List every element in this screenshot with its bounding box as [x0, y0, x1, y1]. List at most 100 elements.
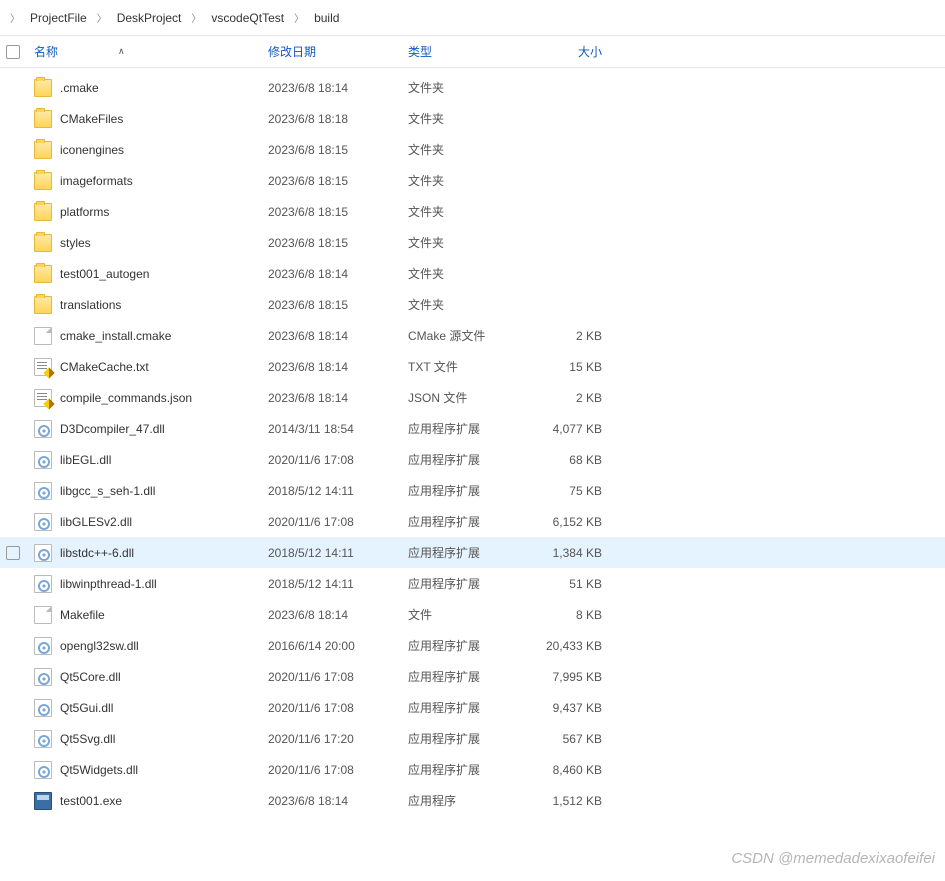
file-row[interactable]: compile_commands.json2023/6/8 18:14JSON … — [0, 382, 945, 413]
folder-icon — [34, 203, 52, 221]
folder-icon — [34, 265, 52, 283]
folder-icon — [34, 141, 52, 159]
file-name: Qt5Svg.dll — [60, 732, 115, 746]
column-header-size[interactable]: 大小 — [538, 43, 608, 60]
file-name-cell[interactable]: Makefile — [34, 606, 268, 624]
breadcrumb: 〉 ProjectFile 〉 DeskProject 〉 vscodeQtTe… — [0, 0, 945, 36]
file-name-cell[interactable]: Qt5Svg.dll — [34, 730, 268, 748]
file-name-cell[interactable]: cmake_install.cmake — [34, 327, 268, 345]
file-name-cell[interactable]: .cmake — [34, 79, 268, 97]
folder-icon — [34, 234, 52, 252]
file-date: 2023/6/8 18:15 — [268, 205, 408, 219]
file-name: styles — [60, 236, 91, 250]
file-size: 7,995 KB — [538, 670, 608, 684]
column-header-date[interactable]: 修改日期 — [268, 43, 408, 60]
file-type: 文件夹 — [408, 79, 538, 96]
file-name-cell[interactable]: Qt5Core.dll — [34, 668, 268, 686]
file-name-cell[interactable]: test001_autogen — [34, 265, 268, 283]
file-name: test001_autogen — [60, 267, 149, 281]
file-row[interactable]: CMakeCache.txt2023/6/8 18:14TXT 文件15 KB — [0, 351, 945, 382]
file-name: imageformats — [60, 174, 133, 188]
file-row[interactable]: imageformats2023/6/8 18:15文件夹 — [0, 165, 945, 196]
file-row[interactable]: libwinpthread-1.dll2018/5/12 14:11应用程序扩展… — [0, 568, 945, 599]
file-row[interactable]: Qt5Core.dll2020/11/6 17:08应用程序扩展7,995 KB — [0, 661, 945, 692]
file-row[interactable]: .cmake2023/6/8 18:14文件夹 — [0, 72, 945, 103]
file-size: 8,460 KB — [538, 763, 608, 777]
file-row[interactable]: styles2023/6/8 18:15文件夹 — [0, 227, 945, 258]
file-date: 2020/11/6 17:08 — [268, 701, 408, 715]
file-name-cell[interactable]: CMakeCache.txt — [34, 358, 268, 376]
file-name-cell[interactable]: test001.exe — [34, 792, 268, 810]
file-row[interactable]: libgcc_s_seh-1.dll2018/5/12 14:11应用程序扩展7… — [0, 475, 945, 506]
file-icon — [34, 606, 52, 624]
file-name-cell[interactable]: Qt5Gui.dll — [34, 699, 268, 717]
file-row[interactable]: libGLESv2.dll2020/11/6 17:08应用程序扩展6,152 … — [0, 506, 945, 537]
file-row[interactable]: Qt5Svg.dll2020/11/6 17:20应用程序扩展567 KB — [0, 723, 945, 754]
file-type: 应用程序扩展 — [408, 730, 538, 747]
file-row[interactable]: CMakeFiles2023/6/8 18:18文件夹 — [0, 103, 945, 134]
file-name-cell[interactable]: libEGL.dll — [34, 451, 268, 469]
column-header-label: 名称 — [34, 43, 58, 60]
dll-icon — [34, 637, 52, 655]
file-row[interactable]: cmake_install.cmake2023/6/8 18:14CMake 源… — [0, 320, 945, 351]
row-checkbox[interactable] — [6, 546, 20, 560]
file-name-cell[interactable]: libwinpthread-1.dll — [34, 575, 268, 593]
file-row[interactable]: libstdc++-6.dll2018/5/12 14:11应用程序扩展1,38… — [0, 537, 945, 568]
file-name-cell[interactable]: compile_commands.json — [34, 389, 268, 407]
file-type: 应用程序扩展 — [408, 637, 538, 654]
chevron-right-icon: 〉 — [290, 10, 308, 25]
file-type: 文件夹 — [408, 296, 538, 313]
file-row[interactable]: test001.exe2023/6/8 18:14应用程序1,512 KB — [0, 785, 945, 816]
file-type: 应用程序扩展 — [408, 761, 538, 778]
file-name: Qt5Widgets.dll — [60, 763, 138, 777]
file-name-cell[interactable]: styles — [34, 234, 268, 252]
file-row[interactable]: translations2023/6/8 18:15文件夹 — [0, 289, 945, 320]
breadcrumb-item[interactable]: ProjectFile — [24, 9, 93, 27]
file-name-cell[interactable]: CMakeFiles — [34, 110, 268, 128]
file-row[interactable]: Qt5Gui.dll2020/11/6 17:08应用程序扩展9,437 KB — [0, 692, 945, 723]
file-type: 文件 — [408, 606, 538, 623]
file-name: test001.exe — [60, 794, 122, 808]
file-size: 20,433 KB — [538, 639, 608, 653]
file-name-cell[interactable]: platforms — [34, 203, 268, 221]
file-date: 2020/11/6 17:20 — [268, 732, 408, 746]
file-date: 2023/6/8 18:18 — [268, 112, 408, 126]
file-type: JSON 文件 — [408, 389, 538, 406]
file-name-cell[interactable]: libgcc_s_seh-1.dll — [34, 482, 268, 500]
dll-icon — [34, 575, 52, 593]
breadcrumb-item[interactable]: DeskProject — [111, 9, 188, 27]
column-header-type[interactable]: 类型 — [408, 43, 538, 60]
file-name-cell[interactable]: D3Dcompiler_47.dll — [34, 420, 268, 438]
file-name-cell[interactable]: imageformats — [34, 172, 268, 190]
file-date: 2020/11/6 17:08 — [268, 763, 408, 777]
file-row[interactable]: libEGL.dll2020/11/6 17:08应用程序扩展68 KB — [0, 444, 945, 475]
breadcrumb-item[interactable]: build — [308, 9, 345, 27]
file-row[interactable]: test001_autogen2023/6/8 18:14文件夹 — [0, 258, 945, 289]
file-row[interactable]: iconengines2023/6/8 18:15文件夹 — [0, 134, 945, 165]
file-date: 2014/3/11 18:54 — [268, 422, 408, 436]
file-name-cell[interactable]: Qt5Widgets.dll — [34, 761, 268, 779]
file-name-cell[interactable]: libGLESv2.dll — [34, 513, 268, 531]
file-type: 应用程序扩展 — [408, 575, 538, 592]
file-name-cell[interactable]: translations — [34, 296, 268, 314]
dll-icon — [34, 513, 52, 531]
file-row[interactable]: opengl32sw.dll2016/6/14 20:00应用程序扩展20,43… — [0, 630, 945, 661]
file-date: 2023/6/8 18:14 — [268, 360, 408, 374]
file-row[interactable]: platforms2023/6/8 18:15文件夹 — [0, 196, 945, 227]
file-type: 应用程序扩展 — [408, 513, 538, 530]
file-size: 68 KB — [538, 453, 608, 467]
column-header-row: 名称 ∧ 修改日期 类型 大小 — [0, 36, 945, 68]
column-header-name[interactable]: 名称 ∧ — [34, 43, 268, 60]
file-name: D3Dcompiler_47.dll — [60, 422, 165, 436]
file-date: 2020/11/6 17:08 — [268, 453, 408, 467]
file-row[interactable]: Makefile2023/6/8 18:14文件8 KB — [0, 599, 945, 630]
file-date: 2023/6/8 18:14 — [268, 329, 408, 343]
select-all-checkbox[interactable] — [6, 45, 20, 59]
file-name-cell[interactable]: opengl32sw.dll — [34, 637, 268, 655]
breadcrumb-item[interactable]: vscodeQtTest — [205, 9, 290, 27]
file-name-cell[interactable]: iconengines — [34, 141, 268, 159]
file-name-cell[interactable]: libstdc++-6.dll — [34, 544, 268, 562]
file-list: .cmake2023/6/8 18:14文件夹CMakeFiles2023/6/… — [0, 68, 945, 816]
file-row[interactable]: Qt5Widgets.dll 2020/11/6 17:08应用程序扩展8,460… — [0, 754, 945, 785]
file-row[interactable]: D3Dcompiler_47.dll2014/3/11 18:54应用程序扩展4… — [0, 413, 945, 444]
